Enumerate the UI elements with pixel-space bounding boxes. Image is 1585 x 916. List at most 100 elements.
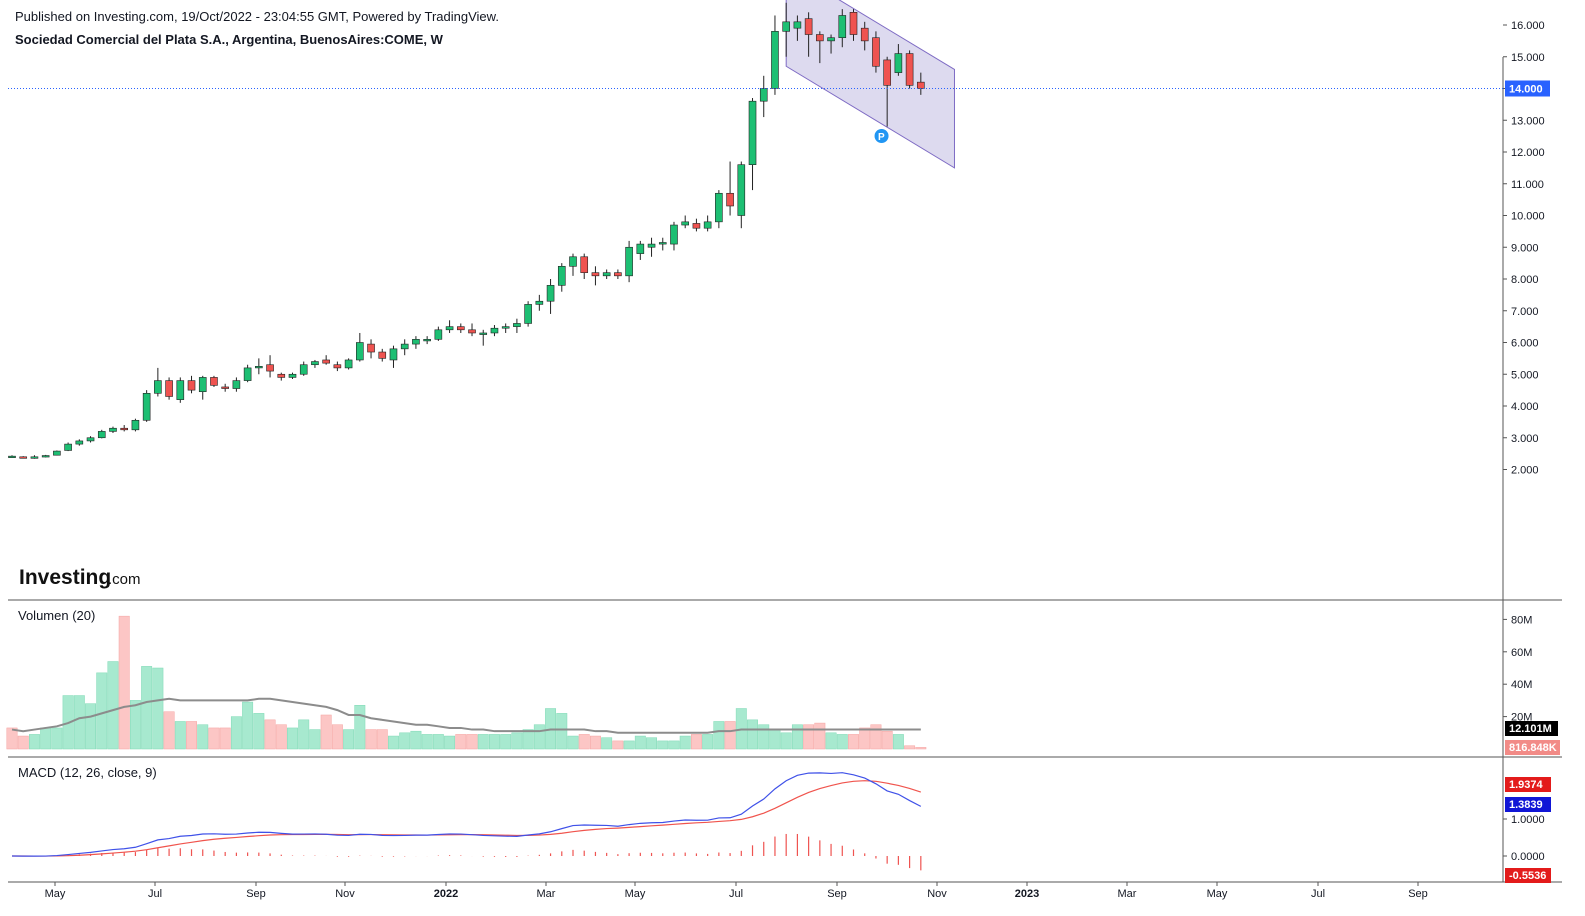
macd-line xyxy=(11,772,922,857)
candle-body xyxy=(468,329,476,334)
volume-title: Volumen (20) xyxy=(18,608,95,623)
candle xyxy=(490,325,499,337)
candle xyxy=(400,339,409,356)
chart-canvas[interactable]: 18.00017.00016.00015.00014.00013.00012.0… xyxy=(0,0,1585,916)
x-tick-label: May xyxy=(625,888,646,900)
candle xyxy=(647,237,656,257)
volume-bar xyxy=(186,721,197,750)
candle-body xyxy=(759,88,768,102)
volume-bar xyxy=(892,734,904,750)
candle xyxy=(367,339,375,359)
candle xyxy=(311,359,319,368)
last-hist-label: -0.5536 xyxy=(1509,870,1546,882)
candle-body xyxy=(681,221,690,226)
candle xyxy=(97,429,106,439)
volume-bar xyxy=(814,722,826,750)
volume-bar xyxy=(432,734,444,750)
volume-bar xyxy=(118,615,130,750)
volume-bar xyxy=(242,701,254,750)
candle-body xyxy=(198,377,207,393)
volume-bar xyxy=(646,737,657,750)
volume-bar xyxy=(230,716,242,750)
y-tick-label: 40M xyxy=(1511,679,1532,691)
candle xyxy=(737,161,746,229)
candle xyxy=(378,348,387,362)
y-tick-label: 15.000 xyxy=(1511,52,1545,64)
y-tick-label: 13.000 xyxy=(1511,115,1545,127)
x-tick-label: Jul xyxy=(1311,888,1325,900)
investing-logo: Investing .com xyxy=(19,566,141,589)
candle xyxy=(120,425,128,432)
macd-pane: MACD (12, 26, close, 9) 1.0000 0.0000 1.937… xyxy=(11,765,1551,883)
candle xyxy=(670,221,678,251)
candle-body xyxy=(266,364,274,372)
candle-body xyxy=(322,359,330,364)
volume-bar xyxy=(444,735,456,750)
y-tick-label: 9.000 xyxy=(1511,242,1539,254)
candle xyxy=(389,345,398,368)
candle xyxy=(524,301,532,327)
volume-bar xyxy=(152,667,164,750)
candle-body xyxy=(804,18,813,35)
volume-bar xyxy=(623,740,635,750)
candle-body xyxy=(569,256,577,267)
candle xyxy=(131,418,140,432)
candle xyxy=(423,336,431,345)
candle xyxy=(692,218,701,232)
candle-body xyxy=(356,342,364,361)
volume-bar xyxy=(612,740,624,750)
candle-body xyxy=(64,443,72,451)
macd-title: MACD (12, 26, close, 9) xyxy=(18,765,157,780)
candle xyxy=(557,263,566,292)
volume-bar xyxy=(399,732,411,750)
volume-pane: Volumen (20) 80M60M40M20M12.101M816.848K xyxy=(6,608,1560,755)
volume-bar xyxy=(197,724,209,750)
volume-bar xyxy=(668,740,680,750)
x-tick-label: Jul xyxy=(729,888,743,900)
candle-body xyxy=(86,437,95,442)
candle xyxy=(30,455,39,459)
candle xyxy=(255,358,263,375)
volume-bar xyxy=(40,727,52,750)
candle-body xyxy=(333,364,342,369)
candle-body xyxy=(771,31,779,89)
candle-body xyxy=(75,440,84,445)
candle-body xyxy=(479,332,488,335)
candle xyxy=(468,323,476,337)
candle-body xyxy=(849,12,858,35)
volume-bar xyxy=(747,719,758,750)
volume-bar xyxy=(859,727,871,750)
volume-bar xyxy=(836,734,848,750)
logo-brand: Investing xyxy=(19,566,111,589)
volume-bar xyxy=(129,700,141,750)
candle-body xyxy=(232,380,241,389)
candle xyxy=(19,456,28,459)
volume-bar xyxy=(724,721,736,750)
candle-body xyxy=(513,323,521,327)
candle-body xyxy=(557,265,566,286)
volume-bar xyxy=(163,711,175,750)
time-axis: May Jul Sep Nov 2022 Mar May Jul Sep Nov 2023 Mar Ma… xyxy=(45,882,1428,900)
volume-bar xyxy=(219,727,231,750)
candle-body xyxy=(883,59,891,86)
candle xyxy=(658,237,667,251)
candle-body xyxy=(434,329,443,340)
volume-bar xyxy=(466,734,478,750)
last-volume-label: 12.101M xyxy=(1509,723,1552,735)
volume-bar xyxy=(690,734,702,750)
candle xyxy=(154,367,162,397)
candle xyxy=(703,215,712,232)
x-tick-label: 2023 xyxy=(1015,888,1039,900)
candle xyxy=(513,318,521,333)
candle-body xyxy=(546,285,555,302)
candle-body xyxy=(816,34,824,42)
candle-body xyxy=(243,367,252,381)
volume-bar xyxy=(73,695,85,750)
volume-bar xyxy=(522,729,534,750)
price-pane: 18.00017.00016.00015.00014.00013.00012.0… xyxy=(8,0,1550,477)
volume-bar xyxy=(287,727,298,750)
candle-body xyxy=(793,21,802,29)
x-tick-label: Sep xyxy=(827,888,847,900)
candle xyxy=(715,190,723,229)
candle xyxy=(479,329,488,346)
